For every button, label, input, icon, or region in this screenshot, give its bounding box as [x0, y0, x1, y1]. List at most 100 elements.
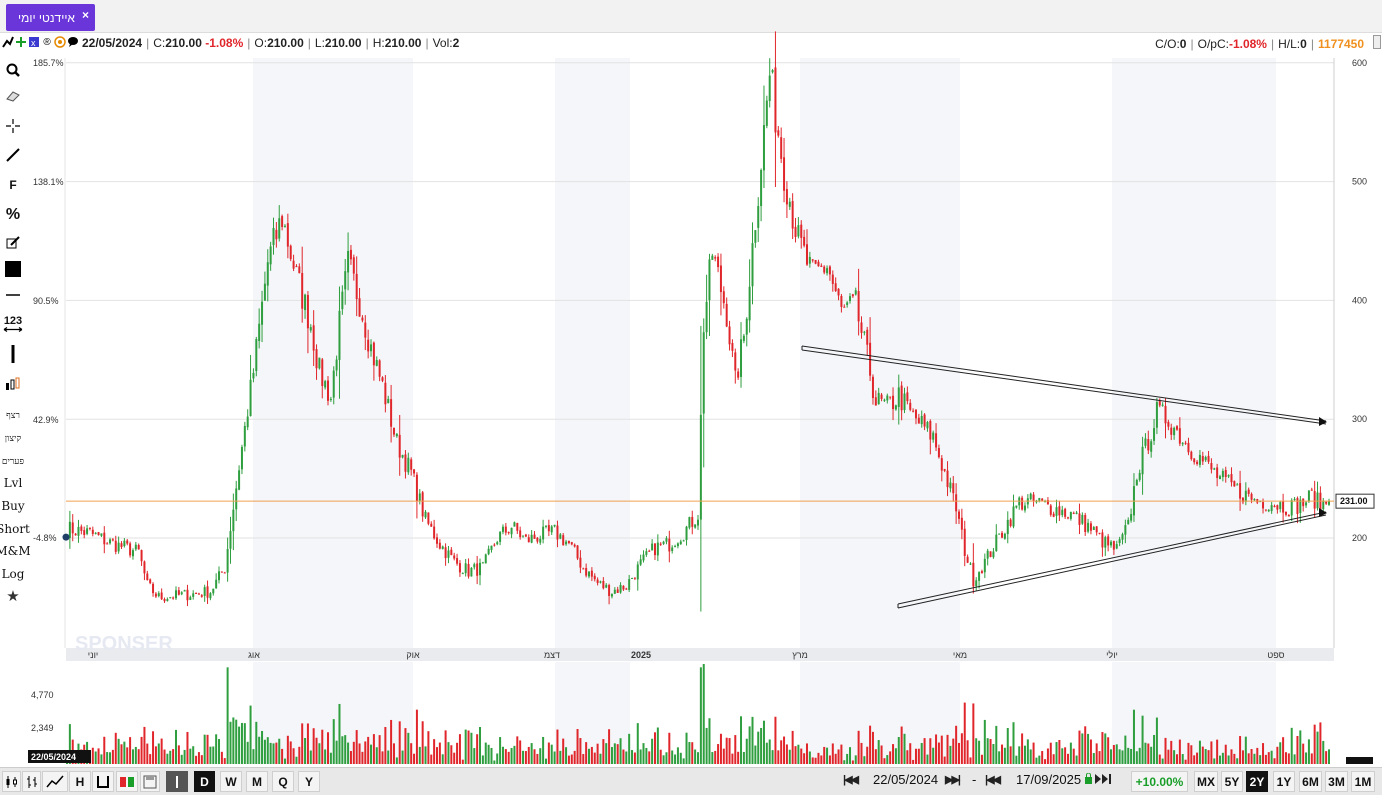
end-prev-icon[interactable]: |◀◀ [985, 773, 1001, 786]
candle-body [1267, 510, 1270, 512]
volume-bar [960, 733, 963, 764]
volume-bar [1190, 745, 1193, 764]
candle-body [464, 563, 467, 574]
volume-bar [837, 749, 840, 764]
percent-tool[interactable]: % [0, 203, 26, 227]
candle-body [404, 454, 407, 472]
candle-body [103, 532, 106, 545]
candle-body [912, 410, 915, 412]
candle-body [441, 546, 444, 549]
volume-bar [550, 744, 553, 764]
volume-bar [972, 703, 975, 764]
candle-body [1270, 505, 1273, 512]
volume-bar [496, 753, 499, 764]
star-icon[interactable]: ★ [0, 587, 26, 605]
candle-body [407, 457, 410, 473]
range-3m-button[interactable]: 3M [1325, 771, 1348, 792]
period-y-button[interactable]: Y [298, 771, 320, 792]
end-date[interactable]: 17/09/2025 [1016, 772, 1081, 787]
crosshair-icon[interactable] [0, 115, 26, 137]
candle-body [570, 542, 573, 545]
tool-short[interactable]: Short [0, 520, 30, 538]
tool-lvl[interactable]: Lvl [0, 474, 26, 492]
volume-bar [562, 738, 565, 764]
candle-body [608, 585, 611, 596]
line-chart-icon[interactable] [42, 771, 68, 792]
tool-paarim[interactable]: פערים [0, 453, 26, 469]
tool-mm[interactable]: M&M [0, 542, 31, 560]
period-d-button[interactable]: D [194, 771, 215, 792]
candle-body [765, 100, 768, 126]
candle-body [1058, 506, 1061, 516]
candle-body [398, 434, 401, 458]
start-prev-icon[interactable]: |◀◀ [843, 773, 859, 786]
volume-bar [315, 737, 318, 764]
volume-bar [527, 746, 530, 764]
candles-icon[interactable] [0, 373, 26, 395]
heikin-ashi-button[interactable]: H [69, 771, 91, 792]
range-1m-button[interactable]: 1M [1351, 771, 1375, 792]
tool-kitzun[interactable]: קיצון [0, 430, 26, 446]
horizontal-line-icon[interactable] [0, 285, 26, 305]
save-icon[interactable] [140, 771, 160, 792]
range-mx-button[interactable]: MX [1194, 771, 1218, 792]
candles-chart-icon[interactable] [2, 771, 21, 792]
vertical-line-icon[interactable] [0, 343, 26, 365]
eraser-icon[interactable] [0, 85, 26, 107]
candle-body [892, 395, 895, 410]
fibonacci-tool[interactable]: F [0, 174, 26, 196]
numbering-tool[interactable]: 123 [0, 313, 26, 333]
line-tool-icon[interactable] [0, 144, 26, 166]
range-2y-button[interactable]: 2Y [1246, 771, 1268, 792]
candle-body [1316, 492, 1319, 509]
candle-body [461, 573, 464, 575]
candle-body [315, 349, 318, 369]
tool-log[interactable]: Log [0, 565, 26, 583]
end-next-icon[interactable] [1085, 772, 1125, 788]
volume-bar [1132, 709, 1135, 764]
tool-retzef[interactable]: רצף [0, 407, 26, 423]
candle-body [788, 201, 791, 207]
volume-bar [197, 752, 200, 764]
candle-body [263, 283, 266, 301]
range-5y-button[interactable]: 5Y [1221, 771, 1243, 792]
start-next-icon[interactable]: ▶▶| [945, 773, 961, 786]
percent-tick-label: -4.8% [33, 533, 57, 543]
volume-bar [349, 751, 352, 764]
cursor-tool[interactable] [166, 771, 188, 792]
volume-bar [923, 738, 926, 764]
period-m-button[interactable]: M [246, 771, 268, 792]
period-q-button[interactable]: Q [272, 771, 294, 792]
candle-body [588, 571, 591, 577]
range-1y-button[interactable]: 1Y [1273, 771, 1295, 792]
volume-bar [467, 730, 470, 764]
edit-icon[interactable] [0, 233, 26, 253]
bars-chart-icon[interactable] [22, 771, 41, 792]
color-bars-icon[interactable] [116, 771, 138, 792]
candle-body [860, 322, 863, 333]
volume-bar [140, 736, 143, 764]
range-6m-button[interactable]: 6M [1299, 771, 1322, 792]
percent-tick-label: 42.9% [33, 415, 59, 425]
volume-bar [117, 738, 120, 764]
candle-body [1147, 439, 1150, 451]
tool-buy[interactable]: Buy [0, 497, 26, 515]
candle-body [920, 416, 923, 425]
area-chart-icon[interactable] [92, 771, 114, 792]
color-swatch[interactable] [0, 258, 26, 280]
volume-bar [1316, 731, 1319, 764]
candle-body [980, 571, 983, 574]
period-w-button[interactable]: W [220, 771, 242, 792]
candle-body [940, 458, 943, 471]
candle-body [1012, 506, 1015, 527]
volume-bar [218, 739, 221, 764]
volume-bar [628, 733, 631, 764]
search-icon[interactable] [0, 59, 26, 81]
candle-body [814, 260, 817, 264]
volume-bar [679, 752, 682, 764]
price-chart[interactable]: 200 300 400 500 600 185.7% 138.1% 90.5% 42.9% -4.… [0, 0, 1382, 767]
start-date[interactable]: 22/05/2024 [873, 772, 938, 787]
volume-bar [372, 734, 375, 764]
candle-body [613, 589, 616, 594]
volume-bar [995, 725, 998, 764]
